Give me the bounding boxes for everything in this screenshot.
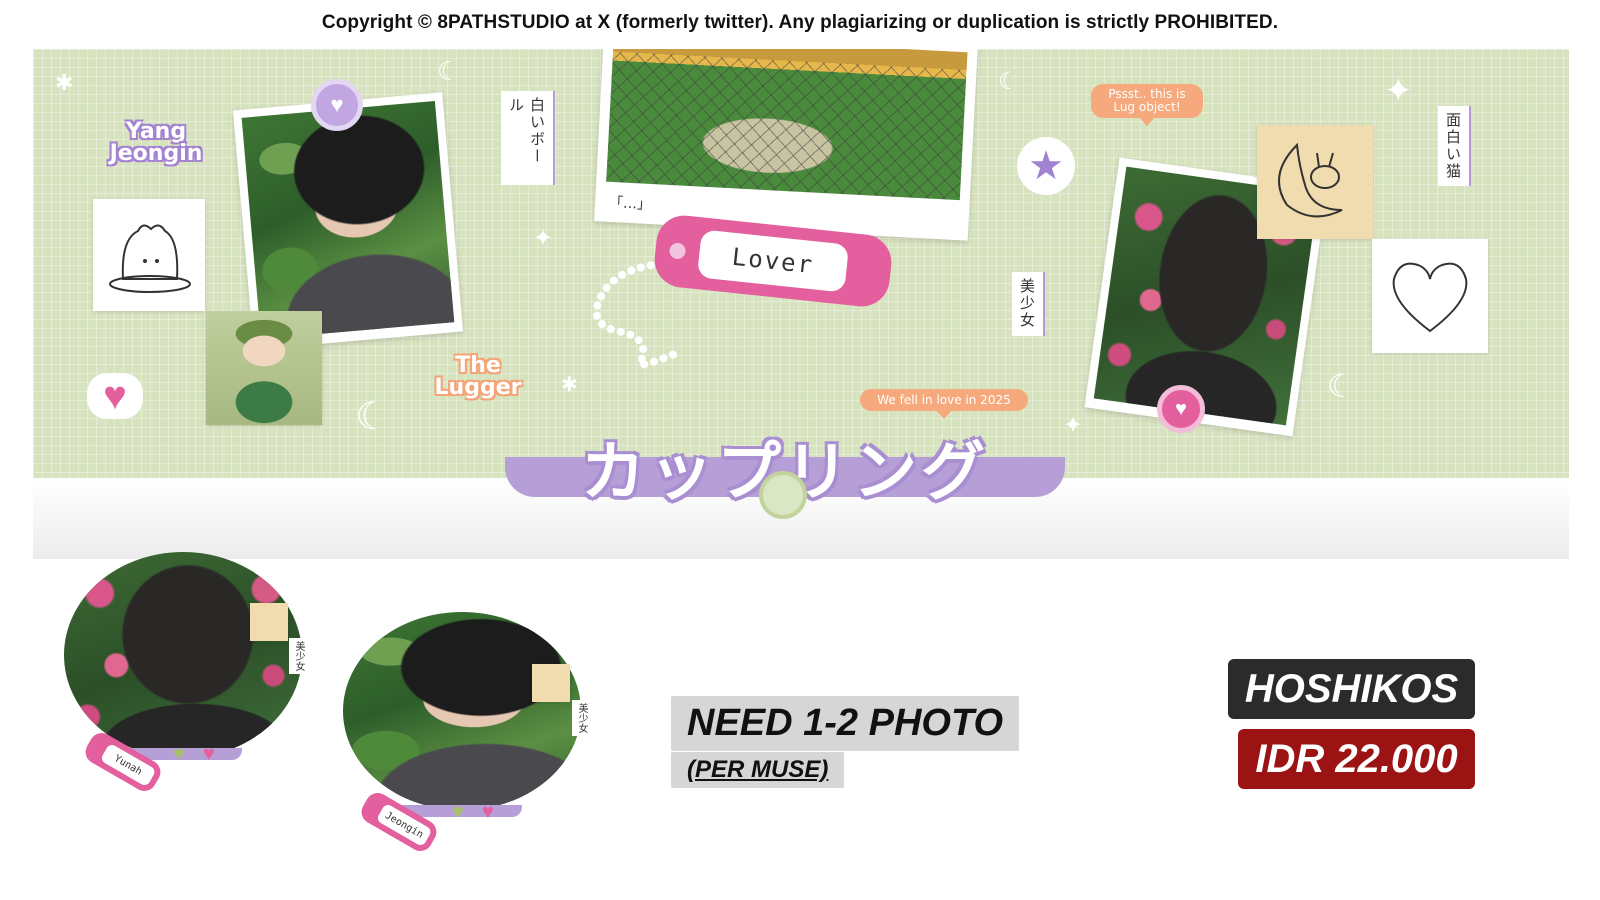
header-banner: ✱ ☾ ✦ ✱ ☾ ✦ ☾ ☾ ✦ Yang Jeongin ♥ ♥ The L… [33,49,1569,559]
name-sticker: Yang Jeongin [109,119,203,166]
heart-icon: ♥ [173,743,185,765]
vertical-label-cat: 面白い猫 [1438,106,1471,186]
frog-icon [109,224,191,293]
shop-name-badge: HOSHIKOS [1228,659,1475,719]
moon-icon: ☾ [355,394,390,438]
sparkle-icon: ✦ [1384,71,1413,111]
banner-title-wrap: カップリング [505,421,1065,519]
sparkle-icon: ✦ [533,224,554,252]
tag-hole [668,242,687,260]
heart-outline-icon [1392,262,1468,333]
frog-doodle-card [93,199,205,311]
mini-vertical-label: 美少女 [289,638,308,674]
preview-photo-man [343,612,581,810]
polaroid-caption: 「…」 [608,194,652,214]
heart-icon: ♥ [452,801,464,823]
moon-bunny-card [1257,125,1373,239]
sparkle-icon: ✦ [1063,411,1084,439]
heart-icon: ♥ [482,801,494,823]
star-icon: ★ [1017,137,1075,195]
moon-bunny-icon [1278,142,1343,218]
heart-outline-card [1372,239,1488,353]
price-badge: IDR 22.000 [1238,729,1475,789]
speech-bubble-top: Pssst.. this is Lug object! [1091,84,1203,127]
preview-photo-woman [64,552,302,758]
moon-icon: ☾ [437,57,461,87]
moon-badge-icon [759,471,807,519]
per-muse-label: (PER MUSE) [671,752,845,788]
need-photo-label: NEED 1-2 PHOTO [671,696,1020,751]
mini-moon-card [532,664,570,702]
toy-figure-photo [206,311,322,425]
lugger-sticker: The Lugger [434,353,522,400]
star-icon: ✱ [561,372,578,396]
lover-tag-label: Lover [696,229,850,293]
moon-icon: ☾ [1327,367,1356,405]
copyright-notice: Copyright © 8PATHSTUDIO at X (formerly t… [321,12,1279,33]
garden-photo [606,49,968,201]
star-icon: ✱ [55,71,74,96]
toy-photo-card [206,311,322,425]
mini-moon-card [250,603,288,641]
heart-icon: ♥ [311,79,363,131]
speech-bubble-bottom: We fell in love in 2025 [860,389,1028,419]
vertical-label-ball: 白いボール [501,91,555,185]
vertical-label-girl: 美少女 [1012,272,1045,336]
heart-icon: ♥ [1157,385,1205,433]
preview-circle-man [343,612,581,810]
heart-icon: ♥ [203,743,215,765]
portrait-photo-man [241,100,455,340]
photo-frame-garden: 「…」 [594,49,978,241]
moon-icon: ☾ [998,67,1020,95]
heart-icon: ♥ [87,373,143,419]
preview-circle-woman [64,552,302,758]
mini-vertical-label: 美少女 [572,700,591,736]
